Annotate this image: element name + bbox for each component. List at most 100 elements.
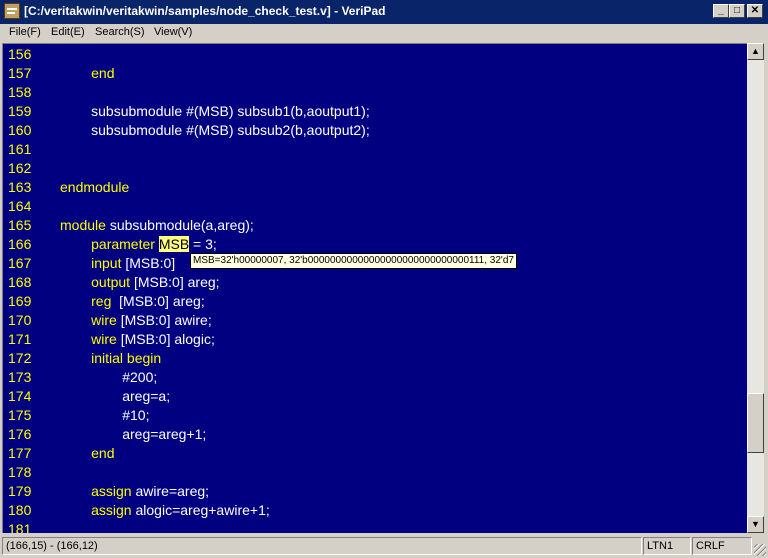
- code-text[interactable]: reg [MSB:0] areg;: [60, 293, 205, 309]
- code-token: [MSB:0] awire;: [120, 312, 212, 328]
- line-number: 180: [8, 502, 32, 518]
- code-text[interactable]: module subsubmodule(a,areg);: [60, 217, 254, 233]
- menu-edit[interactable]: Edit(E): [51, 26, 85, 38]
- code-text[interactable]: endmodule: [60, 179, 129, 195]
- code-row[interactable]: 175 #10;: [3, 407, 747, 426]
- line-number: 175: [8, 407, 32, 423]
- line-number: 173: [8, 369, 32, 385]
- value-tooltip: MSB=32'h00000007, 32'b000000000000000000…: [190, 253, 517, 269]
- code-text[interactable]: end: [60, 445, 114, 461]
- code-text[interactable]: initial begin: [60, 350, 161, 366]
- code-token: wire: [60, 312, 121, 328]
- minimize-button[interactable]: _: [713, 4, 729, 18]
- line-number: 181: [8, 521, 32, 533]
- code-row[interactable]: 162: [3, 160, 747, 179]
- code-editor[interactable]: 181 180 assign alogic=areg+awire+1; 179 as…: [2, 43, 747, 533]
- title-bar[interactable]: [C:/veritakwin/veritakwin/samples/node_c…: [0, 0, 768, 24]
- veripad-app-icon[interactable]: [4, 3, 20, 19]
- code-row[interactable]: 178: [3, 464, 747, 483]
- line-number: 176: [8, 426, 32, 442]
- code-row[interactable]: 171 wire [MSB:0] alogic;: [3, 331, 747, 350]
- code-token: alogic=areg+awire+1;: [135, 502, 270, 518]
- code-row[interactable]: 163 endmodule: [3, 179, 747, 198]
- code-text[interactable]: input [MSB:0]: [60, 255, 179, 271]
- status-bar: (166,15) - (166,12) LTN1 CRLF: [0, 535, 768, 558]
- code-row[interactable]: 165 module subsubmodule(a,areg);: [3, 217, 747, 236]
- code-row[interactable]: 156: [3, 46, 747, 65]
- code-row[interactable]: 173 #200;: [3, 369, 747, 388]
- line-number: 171: [8, 331, 32, 347]
- code-token: end: [60, 445, 115, 461]
- code-row[interactable]: 169 reg [MSB:0] areg;: [3, 293, 747, 312]
- line-number: 164: [8, 198, 32, 214]
- code-text[interactable]: wire [MSB:0] alogic;: [60, 331, 215, 347]
- code-row[interactable]: 176 areg=areg+1;: [3, 426, 747, 445]
- code-token: [MSB:0] alogic;: [120, 331, 215, 347]
- code-text[interactable]: #10;: [60, 407, 149, 423]
- scroll-thumb[interactable]: [747, 393, 764, 453]
- window-title: [C:/veritakwin/veritakwin/samples/node_c…: [24, 4, 386, 18]
- code-text[interactable]: areg=a;: [60, 388, 170, 404]
- code-row[interactable]: 168 output [MSB:0] areg;: [3, 274, 747, 293]
- code-text[interactable]: areg=areg+1;: [60, 426, 206, 442]
- code-row[interactable]: 159 subsubmodule #(MSB) subsub1(b,aoutpu…: [3, 103, 747, 122]
- code-token: end: [60, 65, 115, 81]
- code-token: #10;: [60, 407, 150, 423]
- code-row[interactable]: 160 subsubmodule #(MSB) subsub2(b,aoutpu…: [3, 122, 747, 141]
- line-number: 172: [8, 350, 32, 366]
- code-text[interactable]: assign awire=areg;: [60, 483, 209, 499]
- line-ending: CRLF: [692, 537, 752, 555]
- code-text[interactable]: parameter MSB = 3;: [60, 236, 217, 252]
- menu-bar: File(F) Edit(E) Search(S) View(V): [0, 24, 768, 43]
- line-number: 162: [8, 160, 32, 176]
- code-token: wire: [60, 331, 121, 347]
- menu-search[interactable]: Search(S): [95, 26, 145, 38]
- code-token: subsubmodule(a,areg);: [109, 217, 254, 233]
- line-number: 168: [8, 274, 32, 290]
- code-row[interactable]: 164: [3, 198, 747, 217]
- code-row[interactable]: 174 areg=a;: [3, 388, 747, 407]
- code-token: assign: [60, 483, 136, 499]
- code-text[interactable]: subsubmodule #(MSB) subsub2(b,aoutput2);: [60, 122, 370, 138]
- cursor-position: (166,15) - (166,12): [2, 537, 642, 555]
- code-token: [MSB:0]: [125, 255, 180, 271]
- line-number: 165: [8, 217, 32, 233]
- code-text[interactable]: wire [MSB:0] awire;: [60, 312, 212, 328]
- line-number: 179: [8, 483, 32, 499]
- code-token: subsubmodule #(MSB) subsub1(b,aoutput1);: [60, 103, 370, 119]
- code-token: parameter: [60, 236, 159, 252]
- scroll-up-button[interactable]: ▲: [747, 43, 764, 60]
- code-text[interactable]: #200;: [60, 369, 157, 385]
- encoding-mode: LTN1: [643, 537, 691, 555]
- menu-file[interactable]: File(F): [9, 26, 41, 38]
- resize-grip[interactable]: [754, 544, 766, 556]
- code-row[interactable]: 180 assign alogic=areg+awire+1;: [3, 502, 747, 521]
- close-button[interactable]: ✕: [747, 4, 763, 18]
- maximize-button[interactable]: □: [729, 4, 745, 18]
- line-number: 169: [8, 293, 32, 309]
- scroll-down-button[interactable]: ▼: [747, 516, 764, 533]
- line-number: 157: [8, 65, 32, 81]
- code-row[interactable]: 161: [3, 141, 747, 160]
- code-row[interactable]: 179 assign awire=areg;: [3, 483, 747, 502]
- code-row[interactable]: 177 end: [3, 445, 747, 464]
- code-row[interactable]: 158: [3, 84, 747, 103]
- code-token: assign: [60, 502, 136, 518]
- vertical-scrollbar[interactable]: ▲ ▼: [747, 43, 764, 533]
- menu-view[interactable]: View(V): [154, 26, 192, 38]
- code-token: = 3;: [189, 236, 217, 252]
- code-token: module: [60, 217, 110, 233]
- code-row[interactable]: 181: [3, 521, 747, 533]
- code-text[interactable]: subsubmodule #(MSB) subsub1(b,aoutput1);: [60, 103, 370, 119]
- code-token: endmodule: [60, 179, 130, 195]
- code-text[interactable]: end: [60, 65, 114, 81]
- code-text[interactable]: output [MSB:0] areg;: [60, 274, 220, 290]
- code-text[interactable]: assign alogic=areg+awire+1;: [60, 502, 270, 518]
- code-token: [MSB:0] areg;: [133, 274, 220, 290]
- code-row[interactable]: 172 initial begin: [3, 350, 747, 369]
- code-token: #200;: [60, 369, 158, 385]
- code-row[interactable]: 157 end: [3, 65, 747, 84]
- code-token: reg: [60, 293, 120, 309]
- selected-token: MSB: [158, 236, 190, 252]
- code-row[interactable]: 170 wire [MSB:0] awire;: [3, 312, 747, 331]
